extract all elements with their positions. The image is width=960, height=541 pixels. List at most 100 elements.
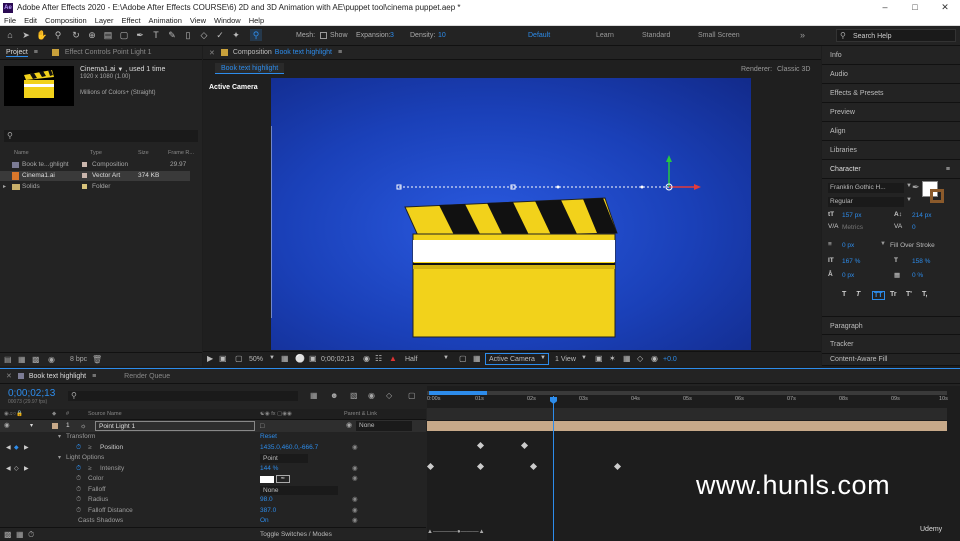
home-icon[interactable]: ⌂ [4, 29, 16, 41]
property-row[interactable]: ⏱ Falloff None [0, 485, 426, 496]
chevron-down-icon[interactable]: ▼ [269, 355, 275, 361]
stroke-width-value[interactable]: 0 px [842, 242, 854, 249]
keyframe-add-icon[interactable]: ◆ [14, 443, 19, 454]
panel-menu-icon[interactable]: ≡ [338, 49, 342, 56]
menu-edit[interactable]: Edit [24, 16, 37, 25]
panel-info[interactable]: Info [822, 46, 960, 65]
render-time-icon[interactable]: ⏱ [28, 530, 34, 540]
stroke-type-dropdown[interactable]: Fill Over Stroke [890, 242, 935, 249]
tsume-value[interactable]: 0 % [912, 272, 923, 279]
panel-tracker[interactable]: Tracker [822, 335, 960, 354]
property-value[interactable]: 387.0 [260, 506, 276, 517]
faux-italic-button[interactable]: T [856, 291, 860, 298]
expand-arrow-icon[interactable]: ▾ [58, 453, 61, 464]
parent-dropdown[interactable]: None [356, 421, 412, 431]
graph-icon[interactable]: ≥ [88, 443, 92, 454]
menu-effect[interactable]: Effect [121, 16, 140, 25]
chevron-down-icon[interactable]: ▼ [443, 355, 449, 361]
draft-3d-icon[interactable]: ▦ [310, 391, 318, 400]
pickwhip-icon[interactable]: ◉ [352, 516, 358, 527]
timeline-timecode[interactable]: 0;00;02;13 [8, 388, 55, 399]
col-name[interactable]: Name [14, 150, 29, 156]
pan-behind-icon[interactable]: ▤ [102, 29, 114, 41]
intensity-keyframe[interactable] [613, 462, 622, 471]
layer-row[interactable]: ◉ ▾ 1 ☼ Point Light 1 □ ◉ None [0, 420, 426, 432]
timeline-graph[interactable]: 0:00s 01s 02s 03s 04s 05s 06s 07s 08s 09… [426, 386, 960, 541]
fit-icon[interactable]: ▣ [309, 354, 317, 363]
minimize-icon[interactable]: – [870, 0, 900, 15]
motion-blur-icon[interactable]: ◉ [368, 391, 375, 400]
orbit-camera-icon[interactable]: ⊕ [86, 29, 98, 41]
tab-composition-name[interactable]: Book text highlight [275, 49, 332, 56]
keyframe-nav-icon[interactable]: ◀ [6, 443, 11, 454]
property-row[interactable]: ⏱ Radius 98.0 ◉ [0, 495, 426, 506]
flowchart-icon[interactable]: ◇ [637, 354, 643, 363]
menu-file[interactable]: File [4, 16, 16, 25]
panel-paragraph[interactable]: Paragraph [822, 316, 960, 335]
small-caps-button[interactable]: Tr [890, 291, 897, 298]
transparency-grid-icon[interactable]: ▦ [473, 354, 481, 363]
intensity-keyframe[interactable] [426, 462, 435, 471]
property-value[interactable]: 1435.0,460.0,-666.7 [260, 443, 318, 454]
panel-effects-presets[interactable]: Effects & Presets [822, 84, 960, 103]
col-source-name[interactable]: Source Name [88, 409, 122, 420]
kerning-value[interactable]: Metrics [842, 224, 863, 231]
pickwhip-icon[interactable]: ◉ [352, 464, 358, 475]
workspace-small-screen[interactable]: Small Screen [698, 32, 740, 39]
stopwatch-icon[interactable]: ⏱ [76, 506, 81, 517]
graph-icon[interactable]: ≥ [88, 464, 92, 475]
frame-blend-icon[interactable]: ▧ [350, 391, 358, 400]
menu-composition[interactable]: Composition [45, 16, 87, 25]
panel-audio[interactable]: Audio [822, 65, 960, 84]
expand-switches-icon[interactable]: ▦ [16, 530, 24, 539]
pickwhip-icon[interactable]: ◉ [352, 495, 358, 506]
toggle-pixel-icon[interactable]: ▣ [595, 354, 603, 363]
mask-icon[interactable]: ⚪ [295, 354, 305, 363]
eraser-tool-icon[interactable]: ◇ [198, 29, 210, 41]
views-dropdown[interactable]: 1 View [555, 356, 576, 363]
stopwatch-icon[interactable]: ⏱ [76, 485, 81, 496]
workspace-default[interactable]: Default [528, 32, 550, 39]
expansion-value[interactable]: 3 [390, 32, 394, 39]
breadcrumb[interactable]: Book text highlight [215, 63, 285, 74]
grid-icon[interactable]: ▦ [281, 354, 289, 363]
menu-help[interactable]: Help [249, 16, 264, 25]
project-search-field[interactable]: ⚲ [4, 130, 198, 142]
stopwatch-icon[interactable]: ⏱ [76, 474, 81, 485]
col-frame-rate[interactable]: Frame R... [168, 150, 194, 156]
interpret-footage-icon[interactable]: ▤ [4, 355, 12, 364]
faux-bold-button[interactable]: T [842, 291, 846, 298]
puppet-tool-icon[interactable]: ✦ [230, 29, 242, 41]
expand-arrow-icon[interactable]: ▸ [3, 183, 6, 190]
rotate-tool-icon[interactable]: ↻ [70, 29, 82, 41]
panel-menu-icon[interactable]: ≡ [34, 49, 38, 56]
new-comp-icon[interactable]: ▩ [32, 355, 40, 364]
work-area-range[interactable] [429, 391, 487, 395]
comp-mini-icon[interactable]: ▩ [4, 530, 12, 539]
zoom-level[interactable]: 50% [249, 356, 263, 363]
intensity-keyframe[interactable] [529, 462, 538, 471]
panel-content-aware-fill[interactable]: Content-Aware Fill [822, 354, 960, 366]
font-size-value[interactable]: 157 px [842, 212, 862, 219]
position-keyframe[interactable] [520, 441, 529, 450]
property-row[interactable]: Casts Shadows On ◉ [0, 516, 426, 527]
chevron-down-icon[interactable]: ▼ [880, 241, 886, 247]
panel-align[interactable]: Align [822, 122, 960, 141]
eye-icon[interactable]: ◉ [4, 420, 10, 432]
preview-icon[interactable]: ▶ [207, 354, 213, 363]
workspace-learn[interactable]: Learn [596, 32, 614, 39]
superscript-button[interactable]: T' [906, 291, 912, 298]
show-checkbox[interactable] [320, 32, 327, 39]
snapshot-icon[interactable]: ▣ [219, 354, 227, 363]
menu-layer[interactable]: Layer [95, 16, 114, 25]
tab-effect-controls[interactable]: Effect Controls Point Light 1 [65, 49, 152, 56]
horizontal-scale-value[interactable]: 158 % [912, 258, 930, 265]
pen-tool-icon[interactable]: ✒ [134, 29, 146, 41]
vertical-scale-value[interactable]: 167 % [842, 258, 860, 265]
col-type[interactable]: Type [90, 150, 102, 156]
close-tab-icon[interactable]: ✕ [6, 372, 12, 380]
stopwatch-icon[interactable]: ⏱ [76, 464, 81, 475]
timeline-icon[interactable]: ▦ [623, 354, 631, 363]
light-type-dropdown[interactable]: Point [260, 454, 308, 463]
menu-view[interactable]: View [190, 16, 206, 25]
